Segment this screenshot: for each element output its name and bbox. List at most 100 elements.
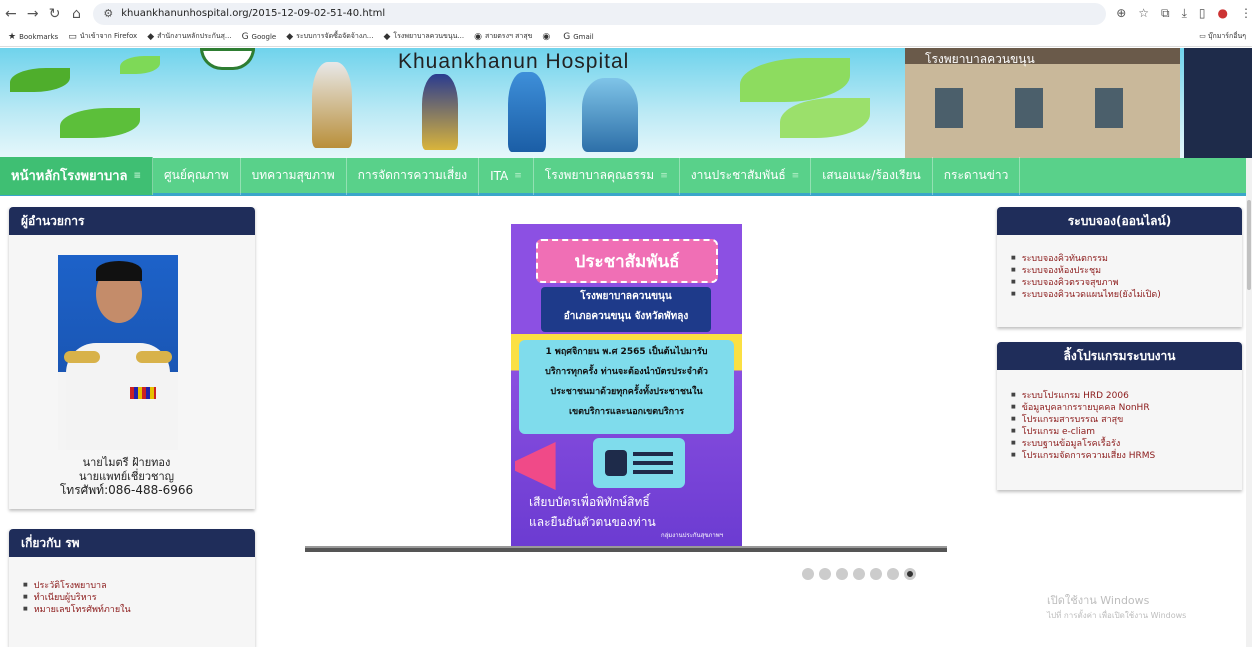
sidepanel-icon[interactable]: ▯ (1199, 6, 1206, 21)
slider-dot[interactable] (887, 568, 899, 580)
slider-dot[interactable] (853, 568, 865, 580)
site-icon: ◆ (286, 31, 294, 42)
about-list: ประวัติโรงพยาบาลทำเนียบผู้บริหารหมายเลขโ… (9, 557, 255, 616)
bookmark-item[interactable]: ◉ (542, 32, 553, 42)
zoom-icon[interactable]: ⊕ (1116, 6, 1126, 21)
list-item-link[interactable]: โปรแกรมสารบรรณ สาสุข (1011, 414, 1242, 426)
programs-heading: ลิ้งโปรแกรมระบบงาน (997, 342, 1242, 370)
trophy-3 (508, 72, 546, 152)
menu-item[interactable]: กระดานข่าว (933, 156, 1021, 195)
menu-icon[interactable]: ⋮ (1240, 6, 1252, 21)
list-item-link[interactable]: ประวัติโรงพยาบาล (23, 580, 255, 592)
menu-item-label: บทความสุขภาพ (251, 168, 335, 182)
watermark-line-1: เปิดใช้งาน Windows (1047, 594, 1150, 607)
bookmark-item[interactable]: G Gmail (563, 32, 593, 42)
slider-progress-bar (305, 546, 947, 552)
download-icon[interactable]: ⤓ (1182, 6, 1187, 21)
menu-item[interactable]: โรงพยาบาลคุณธรรม ≡ (534, 156, 680, 195)
page-scrollbar-thumb[interactable] (1247, 200, 1251, 290)
reload-icon[interactable]: ↻ (44, 6, 66, 22)
list-item-link[interactable]: ข้อมูลบุคลากรรายบุคคล NonHR (1011, 402, 1242, 414)
slider-dot[interactable] (802, 568, 814, 580)
poster-title: ประชาสัมพันธ์ (536, 239, 718, 283)
poster-credit: กลุ่มงานประกันสุขภาพฯ (661, 532, 724, 539)
main-menu: หน้าหลักโรงพยาบาล ≡ ศูนย์คุณภาพ บทความสุขภา… (0, 156, 1246, 196)
watermark-line-2: ไปที่ การตั้งค่า เพื่อเปิดใช้งาน Windows (1047, 611, 1187, 620)
list-item-link[interactable]: หมายเลขโทรศัพท์ภายใน (23, 604, 255, 616)
profile-icon[interactable]: ● (1218, 6, 1228, 21)
announcement-poster[interactable]: ประชาสัมพันธ์ โรงพยาบาลควนขนุน อำเภอควนข… (511, 224, 742, 550)
folder-icon: ▭ (68, 31, 77, 42)
about-panel: เกี่ยวกับ รพ ประวัติโรงพยาบาลทำเนียบผู้บ… (9, 529, 255, 647)
list-item-link[interactable]: ระบบจองคิวนวดแผนไทย(ยังไม่เปิด) (1011, 289, 1242, 301)
bookmark-item[interactable]: ◆ โรงพยาบาลควนขนุน... (383, 31, 464, 42)
banner-edge (1184, 48, 1252, 158)
home-icon[interactable]: ⌂ (66, 6, 88, 22)
list-item-link[interactable]: โปรแกรมจัดการความเสี่ยง HRMS (1011, 450, 1242, 462)
menu-item-label: หน้าหลักโรงพยาบาล (11, 169, 128, 184)
poster-line-2: บริการทุกครั้ง ท่านจะต้องนำบัตรประจำตัว (545, 367, 708, 377)
site-icon: ◆ (383, 31, 391, 42)
dropdown-icon: ≡ (133, 170, 142, 181)
other-bookmarks[interactable]: ▭ บุ๊กมาร์กอื่นๆ (1199, 31, 1246, 42)
list-item-link[interactable]: ระบบจองคิวทันตกรรม (1011, 253, 1242, 265)
menu-item[interactable]: หน้าหลักโรงพยาบาล ≡ (0, 156, 154, 195)
trophy-4 (582, 78, 638, 152)
slider-dot[interactable] (870, 568, 882, 580)
menu-item[interactable]: งานประชาสัมพันธ์ ≡ (680, 156, 812, 195)
list-item-link[interactable]: ระบบจองห้องประชุม (1011, 265, 1242, 277)
globe-icon: ◉ (474, 31, 482, 42)
megaphone-icon (515, 442, 556, 490)
windows-activation-watermark: เปิดใช้งาน Windows ไปที่ การตั้งค่า เพื่… (1047, 591, 1186, 622)
bookmark-label: โรงพยาบาลควนขนุน... (393, 32, 465, 40)
slider-dot[interactable] (836, 568, 848, 580)
menu-item[interactable]: การจัดการความเสี่ยง (347, 156, 480, 195)
poster-district: อำเภอควนขนุน จังหวัดพัทลุง (563, 311, 689, 322)
booking-panel: ระบบจอง(ออนไลน์) ระบบจองคิวทันตกรรมระบบจ… (997, 207, 1242, 327)
poster-line-4: เขตบริการและนอกเขตบริการ (568, 407, 685, 417)
site-icon: ◆ (147, 31, 155, 42)
menu-item[interactable]: ITA ≡ (479, 156, 534, 195)
bookmark-item[interactable]: ▭ นำเข้าจาก Firefox (68, 31, 137, 42)
browser-toolbar: ← → ↻ ⌂ ⚙ khuankhanunhospital.org/2015-1… (0, 0, 1252, 27)
director-heading: ผู้อำนวยการ (9, 207, 255, 235)
bookmark-label: Gmail (573, 32, 594, 41)
list-item-link[interactable]: ระบบโปรแกรม HRD 2006 (1011, 390, 1242, 402)
menu-item[interactable]: บทความสุขภาพ (241, 156, 347, 195)
building-sign: โรงพยาบาลควนขนุน (925, 52, 1035, 66)
menu-item-label: โรงพยาบาลคุณธรรม (544, 168, 655, 182)
dropdown-icon: ≡ (660, 170, 668, 181)
bookmark-item[interactable]: ◆ สำนักงานหลักประกันสุ... (147, 31, 231, 42)
trophy-1 (312, 62, 352, 148)
bookmark-item[interactable]: ◉ สายตรงฯ สาสุข (474, 31, 532, 42)
bookmark-label: นำเข้าจาก Firefox (79, 32, 138, 40)
booking-list: ระบบจองคิวทันตกรรมระบบจองห้องประชุมระบบจ… (997, 235, 1242, 301)
dropdown-icon: ≡ (791, 170, 800, 181)
menu-item-label: ศูนย์คุณภาพ (164, 168, 229, 182)
extensions-icon[interactable]: ⧉ (1161, 6, 1170, 21)
list-item-link[interactable]: ทำเนียบผู้บริหาร (23, 592, 255, 604)
menu-item[interactable]: เสนอแนะ/ร้องเรียน (811, 156, 933, 195)
back-icon[interactable]: ← (0, 6, 22, 22)
slider-dot[interactable] (904, 568, 916, 580)
site-title: Khuankhanun Hospital (398, 50, 630, 73)
slider-dot[interactable] (819, 568, 831, 580)
list-item-link[interactable]: โปรแกรม e-cliam (1011, 426, 1242, 438)
bookmark-item[interactable]: ◆ ระบบการจัดซื้อจัดจ้างภ... (286, 31, 373, 42)
bookmark-label: สำนักงานหลักประกันสุ... (157, 32, 232, 40)
menu-item[interactable]: ศูนย์คุณภาพ (153, 156, 241, 195)
poster-notice: 1 พฤศจิกายน พ.ศ 2565 เป็นต้นไปมารับ บริก… (519, 340, 734, 434)
list-item-link[interactable]: ระบบฐานข้อมูลโรคเรื้อรัง (1011, 438, 1242, 450)
list-item-link[interactable]: ระบบจองคิวตรวจสุขภาพ (1011, 277, 1242, 289)
bookmark-item[interactable]: G Google (242, 32, 277, 42)
bookmark-star-icon[interactable]: ☆ (1138, 6, 1149, 21)
site-settings-icon[interactable]: ⚙ (103, 7, 113, 20)
star-icon: ★ (8, 31, 17, 42)
bookmark-item[interactable]: ★ Bookmarks (8, 32, 58, 42)
hospital-logo (200, 48, 255, 70)
menu-item-label: ITA (490, 168, 509, 183)
address-bar[interactable]: ⚙ khuankhanunhospital.org/2015-12-09-02-… (93, 2, 1107, 25)
forward-icon[interactable]: → (22, 6, 44, 22)
id-card-icon (593, 438, 685, 488)
menu-item-label: กระดานข่าว (943, 168, 1009, 182)
